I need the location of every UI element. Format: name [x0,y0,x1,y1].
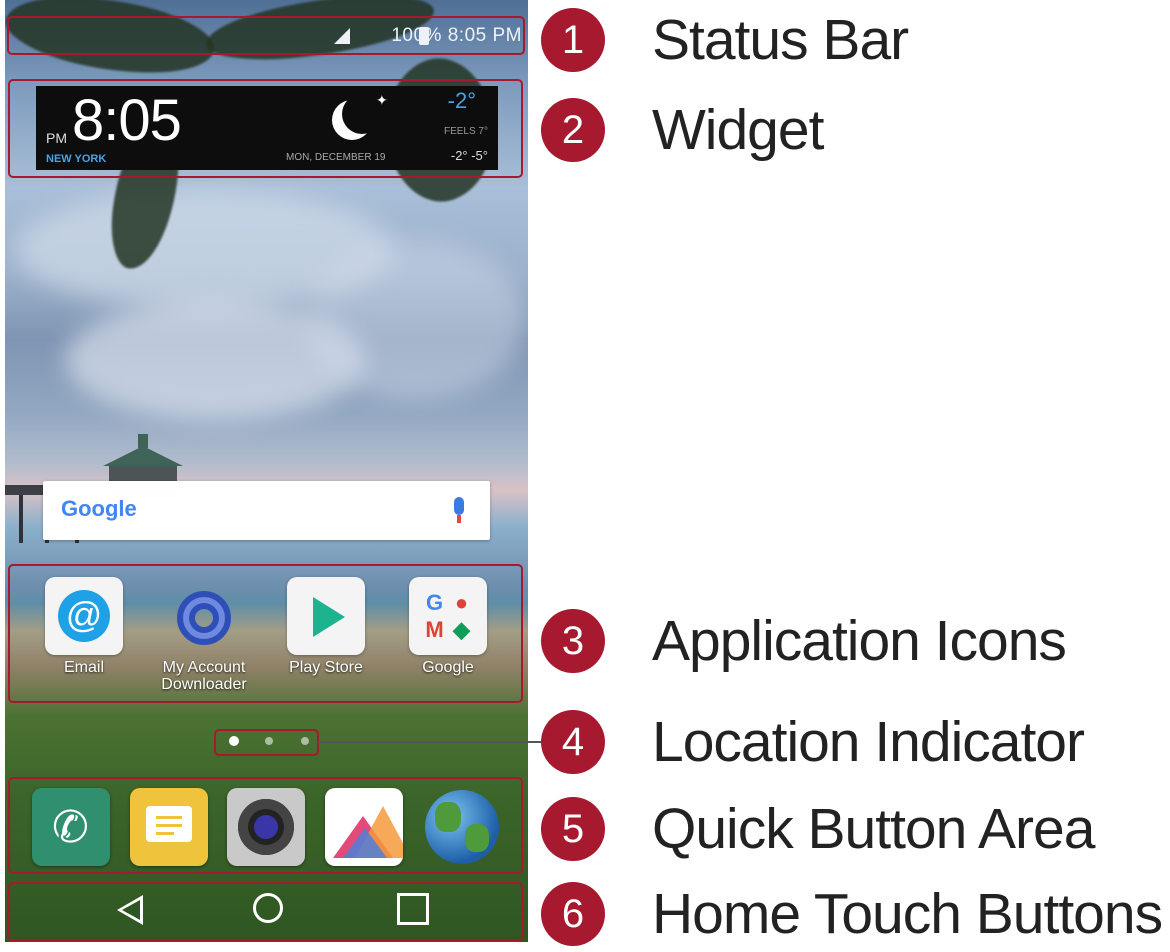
pier-post [19,495,23,543]
callout-frame-app-icons [8,564,523,703]
gazebo [103,446,183,466]
callout-connector-line [318,741,542,743]
legend-number-badge: 3 [541,609,605,673]
legend-number-badge: 6 [541,882,605,946]
callout-frame-quick-buttons [8,777,523,874]
mic-icon[interactable] [454,497,464,515]
legend-label: Widget [652,98,824,162]
legend-number-badge: 5 [541,797,605,861]
callout-frame-status-bar [7,16,525,55]
legend-label: Location Indicator [652,710,1085,774]
callout-frame-location-indicator [214,729,319,756]
callout-frame-home-touch-buttons [8,882,523,942]
legend-label: Quick Button Area [652,797,1095,861]
legend-label: Application Icons [652,609,1067,673]
cloud [305,240,525,400]
legend-number-badge: 2 [541,98,605,162]
legend-label: Home Touch Buttons [652,882,1163,946]
legend-number-badge: 4 [541,710,605,774]
legend-label: Status Bar [652,8,909,72]
callout-frame-widget [8,79,523,178]
legend-number-badge: 1 [541,8,605,72]
google-search-bar[interactable]: Google [43,481,490,540]
google-logo: Google [61,496,137,521]
mic-icon-base [457,515,461,523]
